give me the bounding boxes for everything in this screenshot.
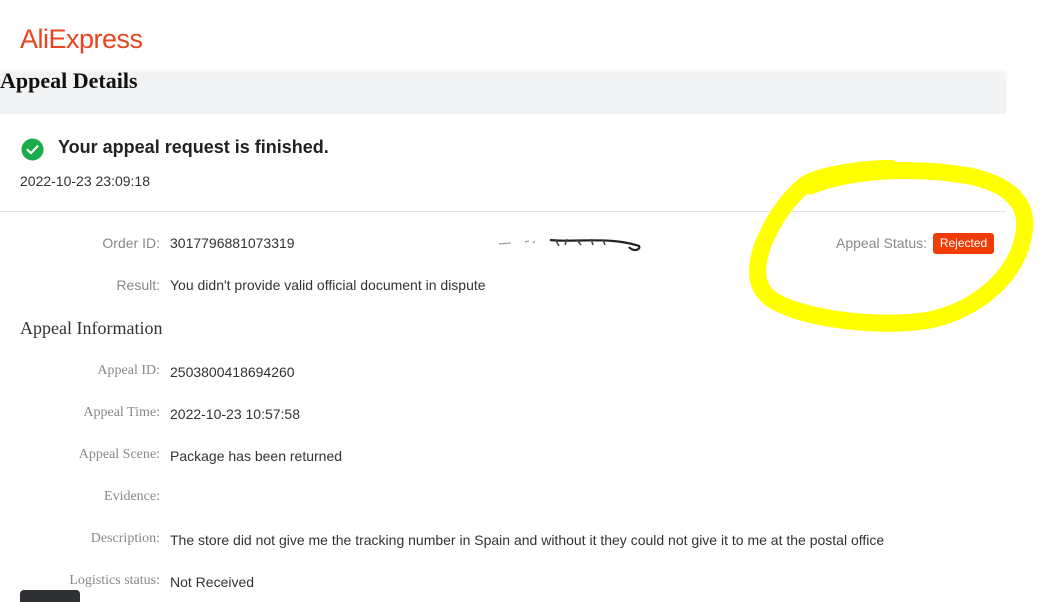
appeal-details-page: AliExpress Appeal Details Your appeal re… (0, 0, 1056, 602)
aliexpress-logo[interactable]: AliExpress (20, 24, 143, 55)
finish-timestamp: 2022-10-23 23:09:18 (20, 173, 150, 189)
evidence-label: Evidence: (104, 489, 160, 504)
check-circle-icon (21, 138, 44, 161)
divider (0, 211, 1006, 212)
description-value: The store did not give me the tracking n… (170, 532, 885, 548)
appeal-information-heading: Appeal Information (20, 318, 163, 338)
appeal-scene-value: Package has been returned (170, 448, 343, 464)
appeal-status-badge: Rejected (933, 233, 994, 254)
appeal-scene-label: Appeal Scene: (78, 447, 160, 462)
description-label: Description: (90, 531, 160, 546)
page-title: Appeal Details (0, 68, 138, 93)
result-value: You didn't provide valid official docume… (170, 277, 486, 293)
floating-tab[interactable] (20, 590, 80, 602)
logistics-status-label: Logistics status: (69, 573, 160, 588)
appeal-time-label: Appeal Time: (83, 405, 160, 420)
finish-title: Your appeal request is finished. (58, 137, 329, 157)
result-label: Result: (116, 277, 160, 293)
order-id-value: 3017796881073319 (170, 235, 295, 251)
appeal-id-label: Appeal ID: (97, 363, 160, 378)
redaction-scribble (498, 228, 641, 252)
appeal-time-value: 2022-10-23 10:57:58 (170, 406, 300, 422)
title-bar (0, 74, 1006, 114)
appeal-status-label: Appeal Status: (836, 235, 928, 251)
logistics-status-value: Not Received (170, 574, 255, 590)
order-id-label: Order ID: (102, 235, 160, 251)
appeal-id-value: 2503800418694260 (170, 364, 295, 380)
